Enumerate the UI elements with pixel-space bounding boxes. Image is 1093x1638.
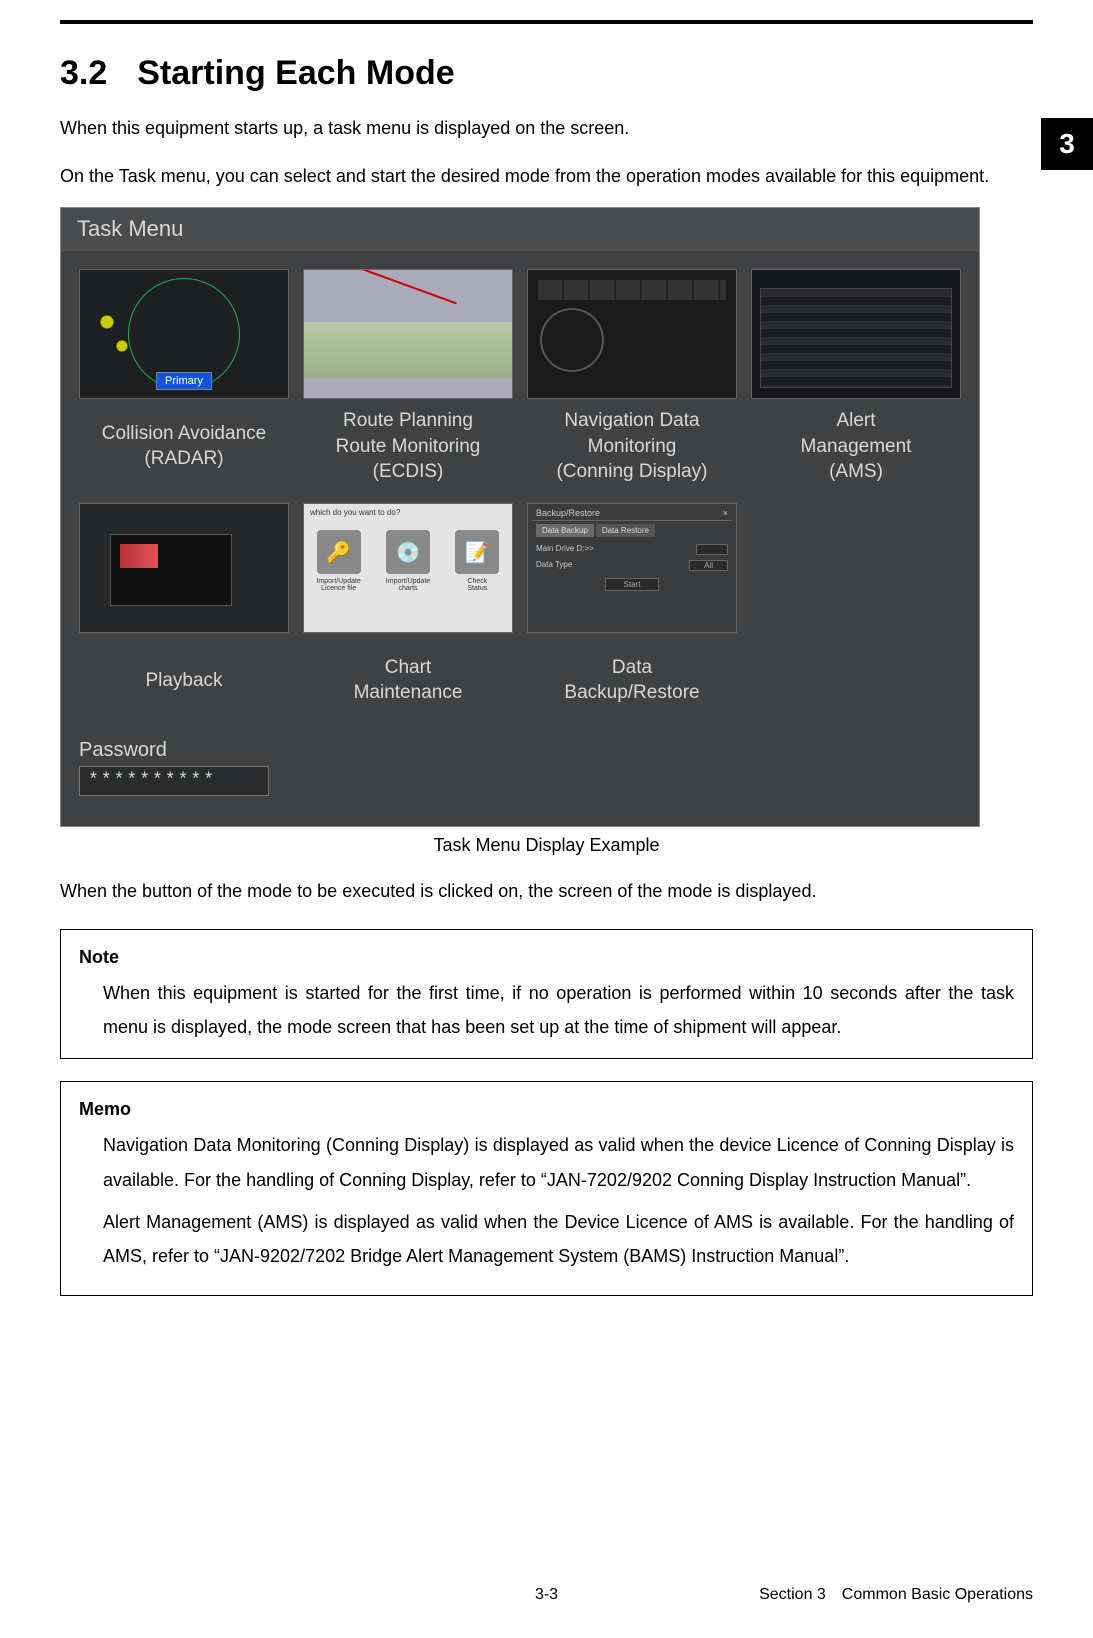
key-icon: 🔑 bbox=[317, 530, 361, 574]
tile-playback-thumb bbox=[79, 503, 289, 633]
tile-ams[interactable]: Alert Management (AMS) bbox=[751, 269, 961, 485]
task-menu-titlebar: Task Menu bbox=[61, 208, 979, 251]
close-icon: × bbox=[723, 508, 728, 518]
maint-labels: Import/Update Licence file Import/Update… bbox=[304, 578, 512, 592]
section-heading: 3.2 Starting Each Mode bbox=[60, 54, 1033, 93]
tile-ams-thumb bbox=[751, 269, 961, 399]
tile-conning-label: Navigation Data Monitoring (Conning Disp… bbox=[556, 407, 707, 485]
backup-tab-1: Data Backup bbox=[536, 524, 594, 537]
tile-maint-thumb: which do you want to do? 🔑 💿 📝 Import/Up… bbox=[303, 503, 513, 633]
tile-ecdis-label: Route Planning Route Monitoring (ECDIS) bbox=[336, 407, 481, 485]
maint-opt-2: Import/Update charts bbox=[383, 578, 433, 592]
backup-button-row: Start bbox=[536, 578, 728, 591]
footer-page-number: 3-3 bbox=[535, 1586, 558, 1604]
backup-type-field: All bbox=[689, 560, 728, 571]
tile-row-1: Primary Collision Avoidance (RADAR) Rout… bbox=[61, 251, 979, 485]
password-input[interactable]: ********** bbox=[79, 766, 269, 796]
memo-box: Memo Navigation Data Monitoring (Conning… bbox=[60, 1081, 1033, 1296]
after-caption-para: When the button of the mode to be execut… bbox=[60, 874, 1033, 908]
backup-row-type: Data Type All bbox=[536, 560, 728, 571]
password-label: Password bbox=[79, 739, 961, 762]
backup-title-text: Backup/Restore bbox=[536, 508, 600, 518]
tile-radar[interactable]: Primary Collision Avoidance (RADAR) bbox=[79, 269, 289, 485]
section-title: Starting Each Mode bbox=[137, 54, 454, 92]
tile-row-2: Playback which do you want to do? 🔑 💿 📝 … bbox=[61, 485, 979, 719]
chapter-tab: 3 bbox=[1041, 118, 1093, 170]
tile-backup-label: Data Backup/Restore bbox=[564, 641, 699, 719]
memo-body: Navigation Data Monitoring (Conning Disp… bbox=[79, 1128, 1014, 1273]
tile-chart-maintenance[interactable]: which do you want to do? 🔑 💿 📝 Import/Up… bbox=[303, 503, 513, 719]
tile-playback-label: Playback bbox=[145, 641, 222, 719]
maint-opt-1: Import/Update Licence file bbox=[314, 578, 364, 592]
tile-backup[interactable]: Backup/Restore × Data Backup Data Restor… bbox=[527, 503, 737, 719]
intro-line-1: When this equipment starts up, a task me… bbox=[60, 111, 1033, 145]
tile-radar-label: Collision Avoidance (RADAR) bbox=[102, 407, 266, 485]
backup-row-drive: Main Drive D:>> bbox=[536, 544, 728, 555]
tile-maint-label: Chart Maintenance bbox=[354, 641, 463, 719]
figure-caption: Task Menu Display Example bbox=[60, 835, 1033, 856]
memo-p1: Navigation Data Monitoring (Conning Disp… bbox=[103, 1128, 1014, 1196]
top-rule bbox=[60, 20, 1033, 24]
tile-conning-thumb bbox=[527, 269, 737, 399]
maint-prompt: which do you want to do? bbox=[310, 508, 506, 517]
backup-drive-field bbox=[696, 544, 728, 555]
backup-tab-2: Data Restore bbox=[596, 524, 655, 537]
tile-playback[interactable]: Playback bbox=[79, 503, 289, 719]
tile-ams-label: Alert Management (AMS) bbox=[801, 407, 912, 485]
memo-p2: Alert Management (AMS) is displayed as v… bbox=[103, 1205, 1014, 1273]
maint-icons: 🔑 💿 📝 bbox=[304, 530, 512, 574]
intro-line-2: On the Task menu, you can select and sta… bbox=[60, 159, 1033, 193]
footer-section: Section 3 Common Basic Operations bbox=[759, 1586, 1033, 1604]
tile-conning[interactable]: Navigation Data Monitoring (Conning Disp… bbox=[527, 269, 737, 485]
tile-radar-thumb: Primary bbox=[79, 269, 289, 399]
backup-type-label: Data Type bbox=[536, 560, 572, 571]
note-icon: 📝 bbox=[455, 530, 499, 574]
backup-tabs: Data Backup Data Restore bbox=[536, 524, 655, 537]
tile-backup-thumb: Backup/Restore × Data Backup Data Restor… bbox=[527, 503, 737, 633]
memo-title: Memo bbox=[79, 1092, 1014, 1126]
page-footer: 3-3 Section 3 Common Basic Operations bbox=[60, 1586, 1033, 1604]
maint-opt-3: Check Status bbox=[452, 578, 502, 592]
note-box: Note When this equipment is started for … bbox=[60, 929, 1033, 1060]
password-section: Password ********** bbox=[61, 719, 979, 796]
tile-ecdis[interactable]: Route Planning Route Monitoring (ECDIS) bbox=[303, 269, 513, 485]
section-number: 3.2 bbox=[60, 54, 107, 92]
task-menu-window: Task Menu Primary Collision Avoidance (R… bbox=[60, 207, 980, 827]
backup-start-button: Start bbox=[605, 578, 660, 591]
note-title: Note bbox=[79, 940, 1014, 974]
backup-titlebar: Backup/Restore × bbox=[532, 506, 732, 521]
note-body: When this equipment is started for the f… bbox=[79, 976, 1014, 1044]
tile-ecdis-thumb bbox=[303, 269, 513, 399]
primary-badge: Primary bbox=[156, 372, 212, 390]
backup-drive-label: Main Drive D:>> bbox=[536, 544, 594, 555]
disc-icon: 💿 bbox=[386, 530, 430, 574]
